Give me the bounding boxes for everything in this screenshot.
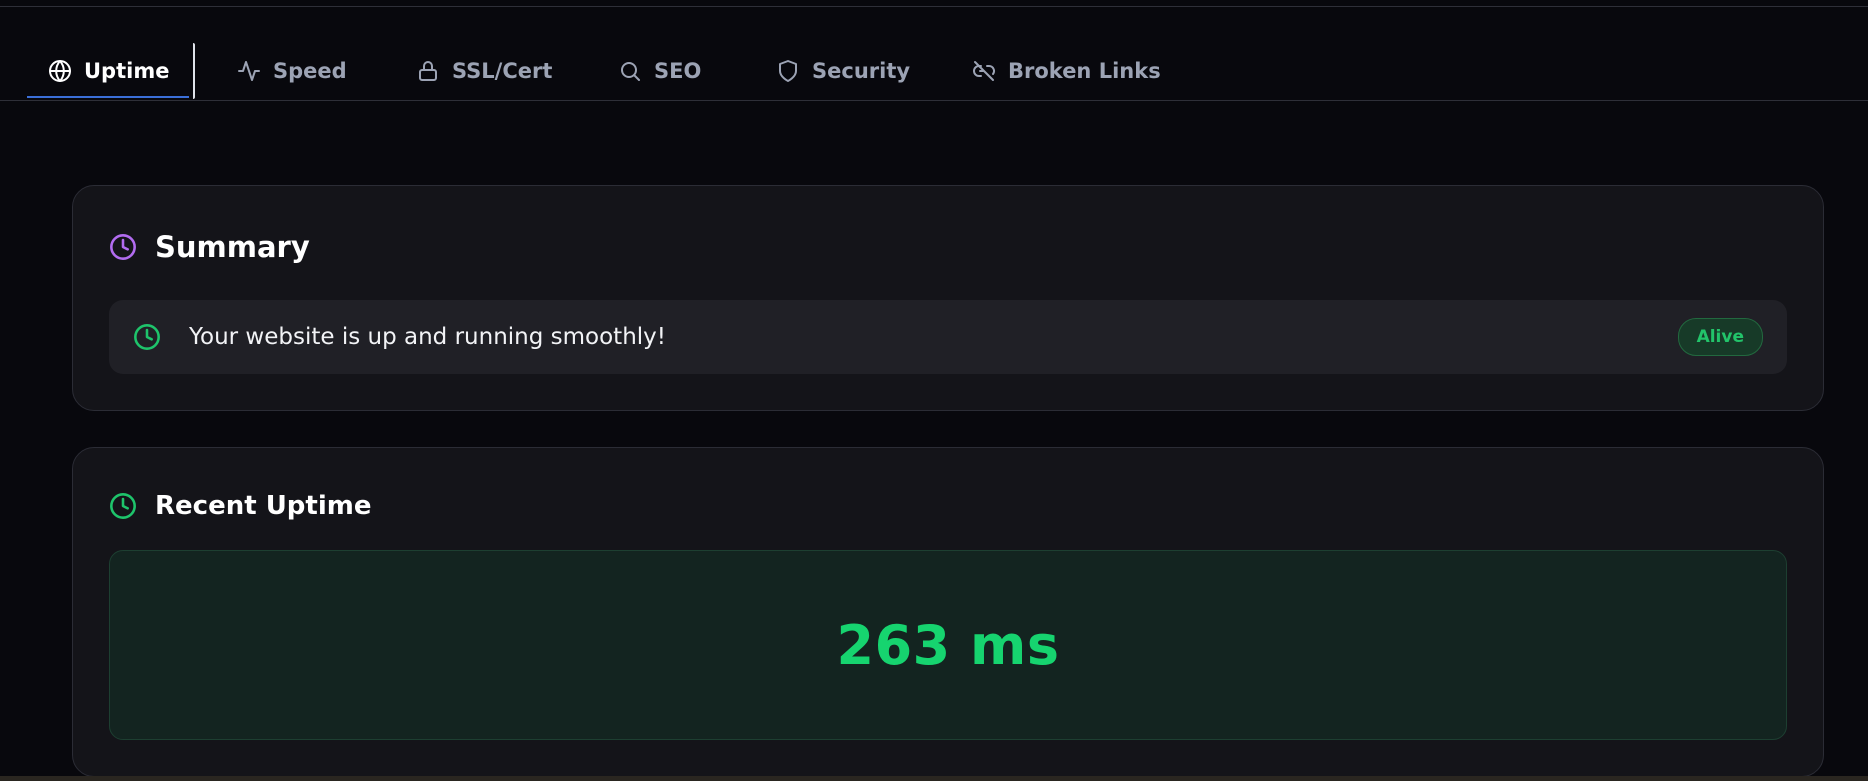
bottom-strip	[0, 776, 1868, 781]
clock-icon	[110, 234, 136, 260]
tab-bar-divider	[0, 100, 1868, 101]
tab-label: SSL/Cert	[452, 59, 553, 83]
activity-icon	[238, 61, 260, 81]
status-row: Your website is up and running smoothly!…	[109, 300, 1787, 374]
tab-security[interactable]: Security	[776, 43, 910, 99]
status-message: Your website is up and running smoothly!	[189, 324, 666, 350]
tab-speed[interactable]: Speed	[237, 43, 347, 99]
search-icon	[621, 62, 640, 81]
tab-ssl-cert[interactable]: SSL/Cert	[416, 43, 552, 99]
lock-icon	[419, 61, 437, 81]
recent-uptime-card: Recent Uptime 263 ms	[72, 447, 1824, 777]
shield-icon	[779, 60, 797, 82]
recent-uptime-title: Recent Uptime	[155, 491, 372, 521]
recent-uptime-header: Recent Uptime	[109, 491, 371, 521]
tab-label: Uptime	[84, 59, 170, 83]
tab-label: SEO	[654, 59, 702, 83]
clock-icon	[110, 493, 136, 519]
globe-icon	[49, 60, 71, 82]
clock-icon	[134, 324, 160, 350]
response-time-value: 263 ms	[836, 613, 1060, 677]
summary-header: Summary	[109, 230, 310, 264]
tab-bar: Uptime Speed SSL/Cert SEO Security Broke…	[0, 0, 1868, 100]
tab-label: Speed	[273, 59, 347, 83]
response-time-panel: 263 ms	[109, 550, 1787, 740]
tab-label: Security	[812, 59, 911, 83]
tab-uptime[interactable]: Uptime	[24, 43, 196, 99]
tab-broken-links[interactable]: Broken Links	[972, 43, 1161, 99]
tab-seo[interactable]: SEO	[618, 43, 701, 99]
summary-card: Summary Your website is up and running s…	[72, 185, 1824, 411]
summary-title: Summary	[155, 230, 310, 264]
unlink-icon	[973, 61, 995, 81]
tab-label: Broken Links	[1008, 59, 1161, 83]
status-badge: Alive	[1677, 318, 1763, 356]
